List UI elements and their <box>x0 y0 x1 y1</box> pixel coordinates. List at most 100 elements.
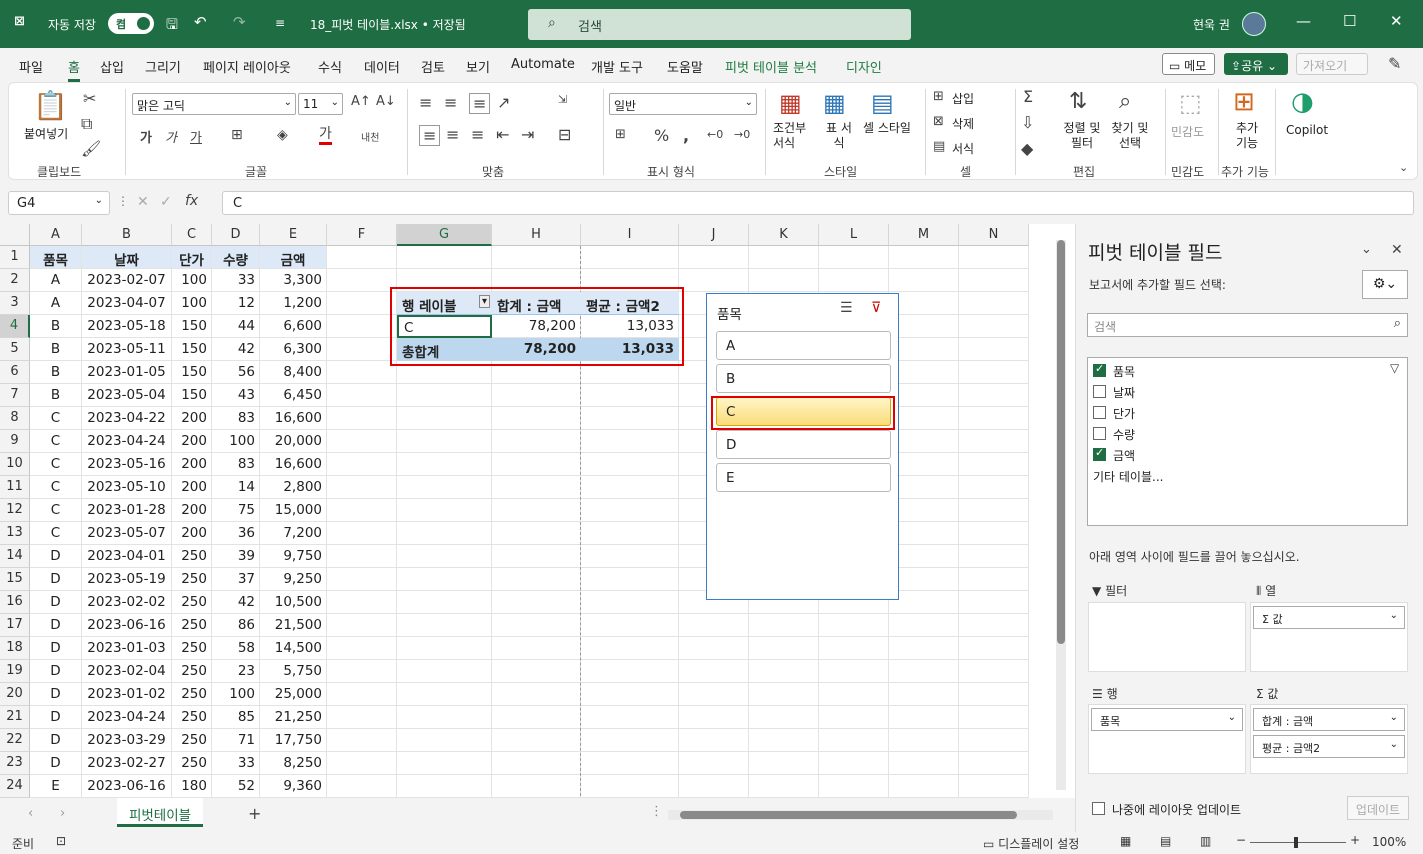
empty-cell[interactable] <box>679 683 749 706</box>
bold-icon[interactable]: 가 <box>140 127 152 146</box>
table-cell[interactable]: 20,000 <box>260 430 327 453</box>
table-cell[interactable]: 52 <box>212 775 260 798</box>
table-cell[interactable]: 200 <box>172 430 212 453</box>
align-center-icon[interactable]: ≡ <box>446 125 459 144</box>
table-cell[interactable]: 33 <box>212 752 260 775</box>
empty-cell[interactable] <box>959 384 1029 407</box>
name-box[interactable]: G4 ⌄ <box>8 191 110 215</box>
empty-cell[interactable] <box>492 729 581 752</box>
add-sheet-icon[interactable]: + <box>248 804 261 823</box>
empty-cell[interactable] <box>581 545 679 568</box>
empty-cell[interactable] <box>581 453 679 476</box>
table-cell[interactable]: 2023-04-07 <box>82 292 172 315</box>
minimize-icon[interactable]: — <box>1296 12 1311 30</box>
column-header-m[interactable]: M <box>889 224 959 246</box>
table-cell[interactable]: 2023-02-04 <box>82 660 172 683</box>
table-cell[interactable]: 150 <box>172 361 212 384</box>
table-cell[interactable]: D <box>30 637 82 660</box>
table-cell[interactable]: 150 <box>172 315 212 338</box>
tab-page-layout[interactable]: 페이지 레이아웃 <box>203 57 291 76</box>
row-field-item[interactable]: 품목 ⌄ <box>1091 708 1243 731</box>
row-header[interactable]: 16 <box>0 591 30 614</box>
table-cell[interactable]: 2023-04-24 <box>82 430 172 453</box>
empty-cell[interactable] <box>581 384 679 407</box>
copilot-icon[interactable]: ◑ <box>1291 87 1314 117</box>
table-cell[interactable]: 1,200 <box>260 292 327 315</box>
table-cell[interactable]: D <box>30 706 82 729</box>
table-cell[interactable]: D <box>30 568 82 591</box>
slicer-item-b[interactable]: B <box>716 364 891 393</box>
empty-cell[interactable] <box>889 775 959 798</box>
table-cell[interactable]: 8,400 <box>260 361 327 384</box>
empty-cell[interactable] <box>327 637 397 660</box>
paste-button[interactable]: 붙여넣기 <box>24 125 68 142</box>
vertical-scrollbar[interactable] <box>1056 240 1066 790</box>
enter-icon[interactable]: ✓ <box>160 194 172 210</box>
table-cell[interactable]: 2023-04-01 <box>82 545 172 568</box>
accessibility-icon[interactable]: ⊡ <box>56 834 66 848</box>
comma-icon[interactable]: , <box>683 126 689 145</box>
empty-cell[interactable] <box>819 729 889 752</box>
clear-filter-icon[interactable]: ⊽ <box>871 300 881 316</box>
empty-cell[interactable] <box>959 407 1029 430</box>
column-header-i[interactable]: I <box>581 224 679 246</box>
table-header-cell[interactable]: 금액 <box>260 246 327 269</box>
empty-cell[interactable] <box>581 522 679 545</box>
table-cell[interactable]: C <box>30 476 82 499</box>
empty-cell[interactable] <box>819 246 889 269</box>
multi-select-icon[interactable]: ☰ <box>840 300 853 316</box>
empty-cell[interactable] <box>492 568 581 591</box>
update-button[interactable]: 업데이트 <box>1347 796 1409 820</box>
table-cell[interactable]: D <box>30 752 82 775</box>
defer-update-checkbox[interactable]: 나중에 레이아웃 업데이트 <box>1092 801 1241 818</box>
table-header-cell[interactable]: 수량 <box>212 246 260 269</box>
table-cell[interactable]: 86 <box>212 614 260 637</box>
zoom-slider-thumb[interactable] <box>1294 837 1298 848</box>
table-cell[interactable]: C <box>30 499 82 522</box>
table-cell[interactable]: 200 <box>172 499 212 522</box>
empty-cell[interactable] <box>679 246 749 269</box>
table-cell[interactable]: 250 <box>172 568 212 591</box>
table-cell[interactable]: 100 <box>172 292 212 315</box>
zoom-out-icon[interactable]: − <box>1236 833 1246 847</box>
empty-cell[interactable] <box>679 637 749 660</box>
columns-zone[interactable]: Σ 값 ⌄ <box>1250 602 1408 672</box>
empty-cell[interactable] <box>959 522 1029 545</box>
search-box[interactable]: ⌕ 검색 <box>528 9 911 40</box>
zoom-level[interactable]: 100% <box>1372 835 1406 849</box>
values-zone[interactable]: 합계 : 금액 ⌄ 평균 : 금액2 ⌄ <box>1250 704 1408 774</box>
empty-cell[interactable] <box>889 637 959 660</box>
empty-cell[interactable] <box>397 591 492 614</box>
align-middle-icon[interactable]: ≡ <box>444 93 457 112</box>
empty-cell[interactable] <box>397 430 492 453</box>
row-header[interactable]: 8 <box>0 407 30 430</box>
column-header-h[interactable]: H <box>492 224 581 246</box>
more-icon[interactable]: ⋮ <box>117 194 129 208</box>
empty-cell[interactable] <box>581 775 679 798</box>
empty-cell[interactable] <box>581 476 679 499</box>
empty-cell[interactable] <box>492 407 581 430</box>
empty-cell[interactable] <box>959 729 1029 752</box>
tab-review[interactable]: 검토 <box>421 57 445 76</box>
empty-cell[interactable] <box>959 246 1029 269</box>
row-header[interactable]: 7 <box>0 384 30 407</box>
table-cell[interactable]: 9,250 <box>260 568 327 591</box>
underline-icon[interactable]: 가 <box>190 127 202 146</box>
slicer-item-a[interactable]: A <box>716 331 891 360</box>
empty-cell[interactable] <box>397 545 492 568</box>
empty-cell[interactable] <box>397 729 492 752</box>
tab-data[interactable]: 데이터 <box>364 57 400 76</box>
empty-cell[interactable] <box>327 269 397 292</box>
increase-decimal-icon[interactable]: ←0 <box>707 128 723 141</box>
column-header-l[interactable]: L <box>819 224 889 246</box>
font-color-icon[interactable]: 가 <box>319 127 332 145</box>
table-cell[interactable]: 8,250 <box>260 752 327 775</box>
table-cell[interactable]: D <box>30 545 82 568</box>
align-left-icon[interactable]: ≡ <box>419 125 441 146</box>
empty-cell[interactable] <box>492 775 581 798</box>
empty-cell[interactable] <box>889 292 959 315</box>
insert-cells-button[interactable]: 삽입 <box>952 90 974 107</box>
empty-cell[interactable] <box>819 660 889 683</box>
empty-cell[interactable] <box>959 637 1029 660</box>
customize-qat-icon[interactable]: ≡ <box>275 16 285 30</box>
